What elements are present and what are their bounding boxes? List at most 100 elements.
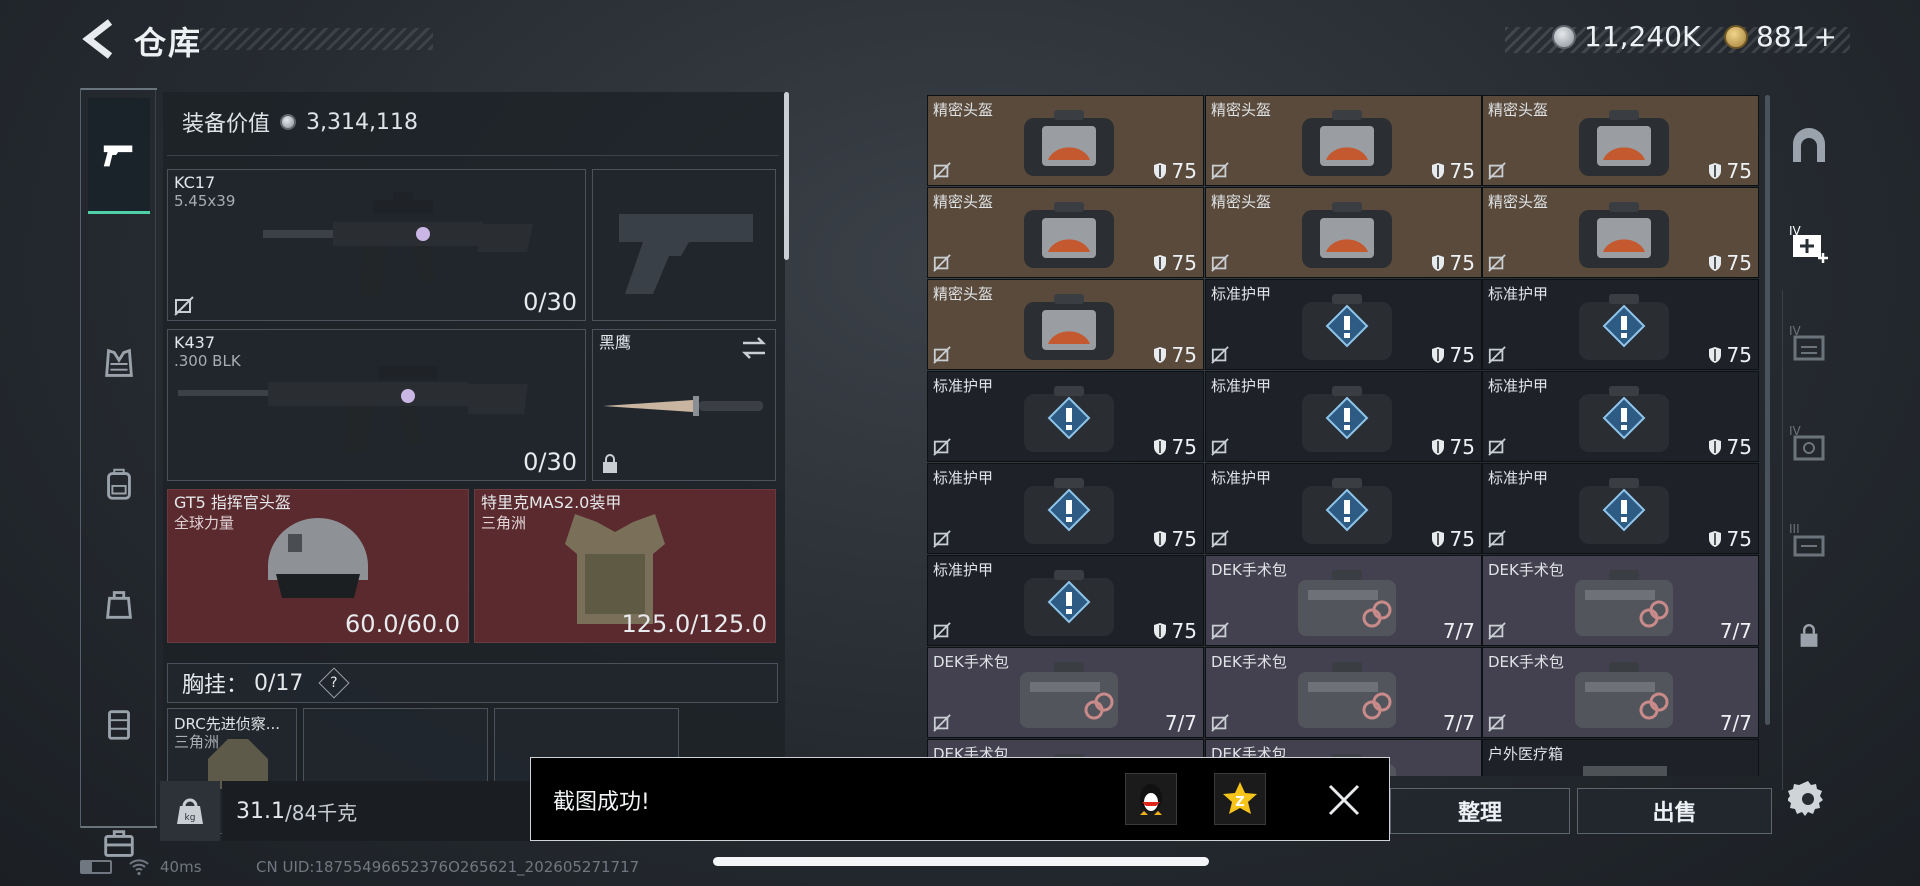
storage-item[interactable]: 标准护甲 75 xyxy=(927,371,1204,462)
storage-item[interactable]: 精密头盔 75 xyxy=(1205,95,1482,186)
no-insurance-icon xyxy=(933,254,951,272)
storage-item[interactable]: 标准护甲 75 xyxy=(1482,463,1759,554)
equipment-scrollbar[interactable] xyxy=(784,92,789,260)
storage-item[interactable]: 标准护甲 75 xyxy=(927,555,1204,646)
storage-item[interactable]: 精密头盔 75 xyxy=(927,187,1204,278)
title-stripe xyxy=(200,28,433,50)
item-name: 精密头盔 xyxy=(933,285,994,303)
item-value: 75 xyxy=(1152,619,1197,643)
storage-tab-iv-a[interactable]: IV xyxy=(1783,317,1835,369)
no-insurance-icon xyxy=(1488,530,1506,548)
share-qq-button[interactable] xyxy=(1125,773,1177,825)
weight-icon: kg xyxy=(177,798,203,824)
item-value-text: 7/7 xyxy=(1164,711,1197,735)
back-icon[interactable] xyxy=(80,18,116,60)
secondary-weapon-slot[interactable]: K437 .300 BLK 0/30 xyxy=(167,329,586,481)
sort-button[interactable]: 整理 xyxy=(1390,788,1570,834)
storage-item[interactable]: 精密头盔 75 xyxy=(1482,187,1759,278)
no-insurance-icon xyxy=(933,530,951,548)
equipment-value: 装备价值 3,314,118 xyxy=(182,106,418,138)
grid-scrollbar[interactable] xyxy=(1765,95,1770,725)
storage-item[interactable]: DEK手术包 7/7 xyxy=(1205,647,1482,738)
item-value-text: 7/7 xyxy=(1442,619,1475,643)
add-gold-button[interactable]: + xyxy=(1813,20,1836,53)
gold-currency[interactable]: 881 + xyxy=(1724,20,1837,53)
item-value: 75 xyxy=(1152,251,1197,275)
storage-item[interactable]: 精密头盔 75 xyxy=(1205,187,1482,278)
no-insurance-icon xyxy=(1488,162,1506,180)
storage-item[interactable]: 标准护甲 75 xyxy=(1205,279,1482,370)
right-nav: IV IV IV III xyxy=(1783,110,1835,680)
storage-grid[interactable]: 精密头盔 75 精密头盔 75 精密头盔 75 精密头盔 75 精密头盔 75 精密头盔 75 精密头盔… xyxy=(927,95,1764,776)
item-value-text: 75 xyxy=(1171,159,1197,183)
item-name: DEK手术包 xyxy=(1211,653,1287,671)
primary-weapon-slot[interactable]: KC17 5.45x39 0/30 xyxy=(167,169,586,321)
storage-item[interactable]: DEK手术包 7/7 xyxy=(1482,555,1759,646)
storage-tab-locked[interactable] xyxy=(1783,610,1835,662)
storage-item[interactable]: 标准护甲 75 xyxy=(927,463,1204,554)
sell-button[interactable]: 出售 xyxy=(1577,788,1772,834)
case-image xyxy=(1302,202,1392,268)
melee-slot[interactable]: 黑鹰 xyxy=(592,329,776,481)
storage-item[interactable]: 标准护甲 75 xyxy=(1205,371,1482,462)
storage-item[interactable]: 精密头盔 75 xyxy=(927,279,1204,370)
penguin-icon xyxy=(1140,784,1162,815)
backpack-icon xyxy=(107,468,131,500)
no-insurance-icon xyxy=(933,162,951,180)
item-value: 75 xyxy=(1707,527,1752,551)
storage-item[interactable]: 标准护甲 75 xyxy=(1205,463,1482,554)
nav-armor[interactable] xyxy=(88,333,150,395)
wifi-icon xyxy=(129,859,149,876)
storage-item[interactable]: DEK手术包 7/7 xyxy=(1482,647,1759,738)
item-value-text: 7/7 xyxy=(1442,711,1475,735)
rig-image xyxy=(208,739,268,789)
shield-icon xyxy=(1431,347,1444,363)
helmet-slot[interactable]: GT5 指挥官头盔 全球力量 60.0/60.0 xyxy=(167,489,469,643)
item-name: DEK手术包 xyxy=(933,653,1009,671)
item-value: 75 xyxy=(1152,527,1197,551)
case-image xyxy=(1579,110,1669,176)
nav-backpack[interactable] xyxy=(88,453,150,515)
case-image xyxy=(1579,386,1669,452)
home-indicator[interactable] xyxy=(713,857,1209,866)
item-name: 精密头盔 xyxy=(1211,193,1272,211)
storage-item[interactable]: DEK手术包 7/7 xyxy=(1205,555,1482,646)
pistol-slot[interactable] xyxy=(592,169,776,321)
storage-tab-iv-b[interactable]: IV xyxy=(1783,417,1835,469)
storage-item[interactable]: 标准护甲 75 xyxy=(1482,279,1759,370)
medkit-image xyxy=(1298,570,1396,636)
box-iv-icon: IV xyxy=(1789,324,1825,361)
storage-item[interactable]: 精密头盔 75 xyxy=(1482,95,1759,186)
item-value: 75 xyxy=(1430,343,1475,367)
storage-item[interactable]: DEK手术包 7/7 xyxy=(927,647,1204,738)
share-qzone-button[interactable]: Z xyxy=(1214,773,1266,825)
storage-item[interactable]: 标准护甲 75 xyxy=(1482,371,1759,462)
no-insurance-icon xyxy=(1211,714,1229,732)
close-icon[interactable] xyxy=(1326,782,1362,818)
nav-weapons[interactable] xyxy=(88,98,150,214)
nav-bag[interactable] xyxy=(88,573,150,635)
chest-rig-capacity: 0/17 xyxy=(254,670,304,696)
gear-icon[interactable] xyxy=(1788,777,1828,817)
nav-chest-rig[interactable] xyxy=(88,693,150,755)
case-image xyxy=(1579,294,1669,360)
no-insurance-icon xyxy=(1211,622,1229,640)
uid-text: CN UID:18755496652376O265621_20260527171… xyxy=(256,858,640,876)
swap-icon[interactable] xyxy=(741,336,767,360)
storage-tab-iii[interactable]: III xyxy=(1783,515,1835,567)
storage-item[interactable]: 户外医疗箱 xyxy=(1482,739,1759,776)
star-icon: Z xyxy=(1223,782,1257,814)
no-insurance-icon xyxy=(1211,438,1229,456)
equipment-value-amount: 3,314,118 xyxy=(306,109,418,135)
storage-tab-add[interactable]: IV xyxy=(1783,217,1835,269)
item-value: 75 xyxy=(1152,343,1197,367)
help-icon[interactable]: ? xyxy=(318,667,350,699)
item-value: 75 xyxy=(1707,251,1752,275)
arch-icon xyxy=(1793,128,1825,162)
armor-slot[interactable]: 特里克MAS2.0装甲 三角洲 125.0/125.0 xyxy=(474,489,776,643)
storage-tab-all[interactable] xyxy=(1783,120,1835,172)
svg-text:Z: Z xyxy=(1235,795,1244,810)
shield-icon xyxy=(1431,531,1444,547)
silver-coin-icon xyxy=(280,114,297,130)
storage-item[interactable]: 精密头盔 75 xyxy=(927,95,1204,186)
